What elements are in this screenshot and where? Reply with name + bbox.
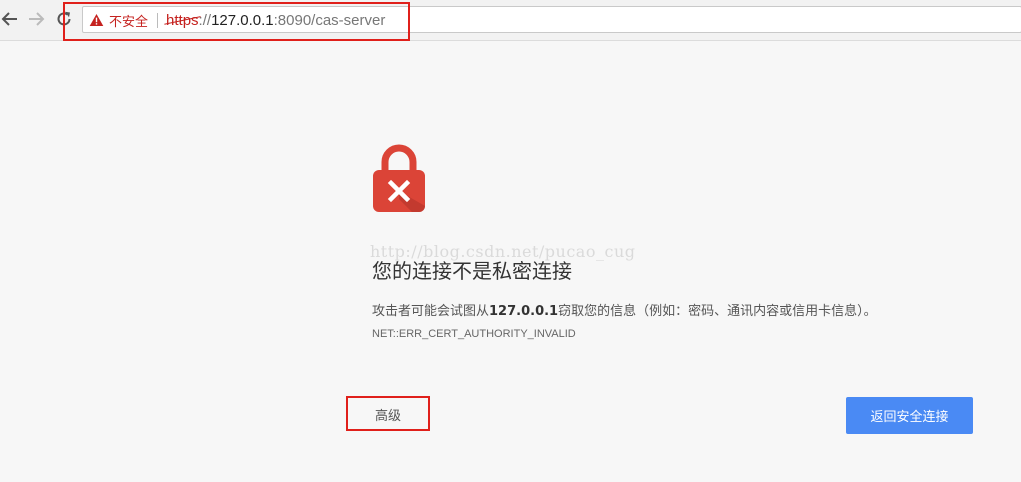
forward-button[interactable] [26, 9, 46, 29]
broken-lock-icon [372, 144, 426, 214]
explanation-after: 窃取您的信息（例如：密码、通讯内容或信用卡信息）。 [558, 304, 877, 319]
explanation-paragraph: 攻击者可能会试图从127.0.0.1窃取您的信息（例如：密码、通讯内容或信用卡信… [372, 300, 877, 319]
arrow-right-icon [29, 12, 45, 26]
highlight-box-advanced [346, 396, 430, 431]
back-to-safety-button[interactable]: 返回安全连接 [846, 397, 973, 434]
error-code[interactable]: NET::ERR_CERT_AUTHORITY_INVALID [372, 328, 576, 340]
page-title: 您的连接不是私密连接 [372, 259, 572, 283]
highlight-box-address [63, 2, 410, 41]
explanation-before: 攻击者可能会试图从 [372, 304, 490, 319]
back-button[interactable] [0, 9, 20, 29]
explanation-host: 127.0.0.1 [489, 304, 559, 319]
arrow-left-icon [1, 12, 17, 26]
